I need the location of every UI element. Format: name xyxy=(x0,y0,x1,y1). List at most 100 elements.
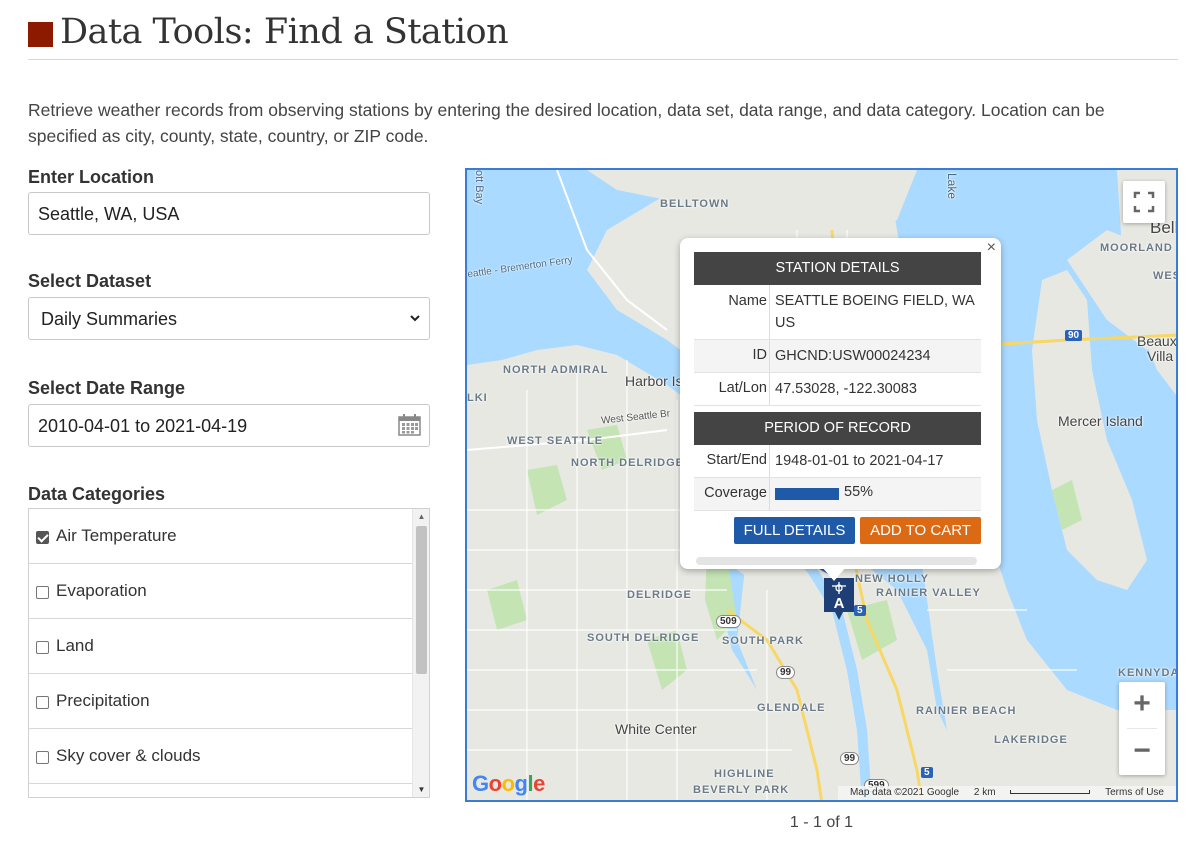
map-data-credit: Map data ©2021 Google xyxy=(849,787,960,798)
map-label: LKI xyxy=(467,392,488,404)
popup-scrollbar[interactable] xyxy=(696,557,977,565)
map-label: ott Bay xyxy=(473,170,485,205)
detail-value: 47.53028, -122.30083 xyxy=(775,381,917,397)
checkbox-checked[interactable] xyxy=(36,531,49,544)
detail-row-name: Name SEATTLE BOEING FIELD, WA US xyxy=(694,285,981,340)
route-shield: 90 xyxy=(1065,330,1083,341)
detail-row-id: ID GHCND:USW00024234 xyxy=(694,340,981,373)
detail-value: SEATTLE BOEING FIELD, WA US xyxy=(775,293,975,331)
map-label: DELRIDGE xyxy=(627,589,692,601)
calendar-icon[interactable] xyxy=(398,414,421,436)
route-shield: 99 xyxy=(840,752,860,765)
map-label: WEST xyxy=(1153,270,1176,282)
map-label: Villa xyxy=(1147,348,1174,364)
route-shield: 99 xyxy=(776,666,796,679)
coverage-bar xyxy=(775,488,839,500)
category-label: Land xyxy=(56,636,94,655)
location-input-value: Seattle, WA, USA xyxy=(38,204,180,224)
location-input[interactable]: Seattle, WA, USA xyxy=(28,192,430,235)
coverage-percent: 55% xyxy=(844,484,874,500)
period-of-record-header: PERIOD OF RECORD xyxy=(694,412,981,445)
scroll-down-arrow-icon[interactable]: ▼ xyxy=(413,782,429,797)
scroll-up-arrow-icon[interactable]: ▲ xyxy=(413,509,429,524)
page-header: Data Tools: Find a Station xyxy=(28,10,1178,60)
date-range-input[interactable]: 2010-04-01 to 2021-04-19 xyxy=(28,404,430,447)
detail-key: Name xyxy=(728,293,767,309)
date-range-label: Select Date Range xyxy=(28,378,186,398)
station-popup: × STATION DETAILS Name SEATTLE BOEING FI… xyxy=(680,238,1001,569)
map-scale-bar xyxy=(1010,790,1091,795)
route-shield: 5 xyxy=(921,767,933,778)
category-label: Evaporation xyxy=(56,581,147,600)
detail-row-latlon: Lat/Lon 47.53028, -122.30083 xyxy=(694,373,981,406)
zoom-in-button[interactable]: + xyxy=(1119,682,1165,728)
google-logo: Google xyxy=(472,771,545,796)
full-details-button[interactable]: FULL DETAILS xyxy=(734,517,855,544)
map-label: NORTH ADMIRAL xyxy=(503,364,609,376)
map-label: MOORLAND xyxy=(1100,242,1173,254)
station-details-header: STATION DETAILS xyxy=(694,252,981,285)
map-label: SOUTH DELRIDGE xyxy=(587,632,700,644)
detail-value: GHCND:USW00024234 xyxy=(775,348,931,364)
page-title: Data Tools: Find a Station xyxy=(60,12,509,52)
detail-key: ID xyxy=(752,347,768,363)
map-label: RAINIER VALLEY xyxy=(876,587,981,599)
route-shield: 5 xyxy=(854,605,866,616)
period-of-record-table: PERIOD OF RECORD Start/End 1948-01-01 to… xyxy=(694,412,981,511)
add-to-cart-button[interactable]: ADD TO CART xyxy=(860,517,981,544)
map-label: Mercer Island xyxy=(1058,413,1143,429)
detail-row-startend: Start/End 1948-01-01 to 2021-04-17 xyxy=(694,445,981,478)
dataset-select[interactable]: Daily Summaries xyxy=(28,297,430,340)
fullscreen-button[interactable] xyxy=(1123,181,1165,223)
station-marker-icon[interactable]: A xyxy=(824,578,854,622)
popup-tail xyxy=(822,567,846,581)
intro-text: Retrieve weather records from observing … xyxy=(28,100,1105,146)
results-pager: 1 - 1 of 1 xyxy=(789,814,854,831)
map-label: HIGHLINE xyxy=(714,768,775,780)
map-label: Harbor Is xyxy=(625,373,683,389)
map-attribution: Map data ©2021 Google 2 km Terms of Use xyxy=(837,786,1176,800)
detail-key: Start/End xyxy=(706,452,767,468)
checkbox[interactable] xyxy=(36,586,49,599)
detail-key: Coverage xyxy=(704,485,767,501)
checkbox[interactable] xyxy=(36,751,49,764)
route-shield: 509 xyxy=(716,615,741,628)
station-map[interactable]: BELLTOWN eattle - Bremerton Ferry NORTH … xyxy=(465,168,1178,802)
map-label: WEST SEATTLE xyxy=(507,435,604,447)
location-label: Enter Location xyxy=(28,167,155,187)
zoom-controls: + − xyxy=(1119,682,1165,775)
terms-link[interactable]: Terms of Use xyxy=(1105,787,1164,798)
category-land[interactable]: Land xyxy=(29,619,414,674)
category-precipitation[interactable]: Precipitation xyxy=(29,674,414,729)
category-sky-cover[interactable]: Sky cover & clouds xyxy=(29,729,414,784)
close-icon[interactable]: × xyxy=(987,239,996,257)
station-marker-letter: A xyxy=(834,595,845,612)
map-label: RAINIER BEACH xyxy=(916,705,1017,717)
category-label: Precipitation xyxy=(56,691,150,710)
categories-list: Air Temperature Evaporation Land Precipi… xyxy=(28,508,430,798)
map-label: SOUTH PARK xyxy=(722,635,804,647)
map-label: NORTH DELRIDGE xyxy=(571,457,684,469)
station-details-table: STATION DETAILS Name SEATTLE BOEING FIEL… xyxy=(694,252,981,406)
zoom-out-button[interactable]: − xyxy=(1119,729,1165,775)
map-label: White Center xyxy=(615,721,697,737)
checkbox[interactable] xyxy=(36,641,49,654)
category-evaporation[interactable]: Evaporation xyxy=(29,564,414,619)
chevron-down-icon xyxy=(410,315,420,322)
detail-key: Lat/Lon xyxy=(718,380,767,396)
map-label: Lake xyxy=(945,173,959,200)
scrollbar-thumb[interactable] xyxy=(416,526,427,674)
dataset-select-value: Daily Summaries xyxy=(41,309,178,329)
map-label: LAKERIDGE xyxy=(994,734,1068,746)
categories-scrollbar[interactable]: ▲ ▼ xyxy=(412,509,429,797)
detail-row-coverage: Coverage 55% xyxy=(694,478,981,511)
detail-value: 1948-01-01 to 2021-04-17 xyxy=(775,453,944,469)
title-accent-square xyxy=(28,22,53,47)
map-label: BELLTOWN xyxy=(660,198,730,210)
date-range-value: 2010-04-01 to 2021-04-19 xyxy=(38,416,248,436)
category-air-temperature[interactable]: Air Temperature xyxy=(29,509,414,564)
checkbox[interactable] xyxy=(36,696,49,709)
map-label: Beaux xyxy=(1137,333,1177,349)
map-label: KENNYDA xyxy=(1118,667,1178,679)
map-label: NEW HOLLY xyxy=(855,573,929,585)
